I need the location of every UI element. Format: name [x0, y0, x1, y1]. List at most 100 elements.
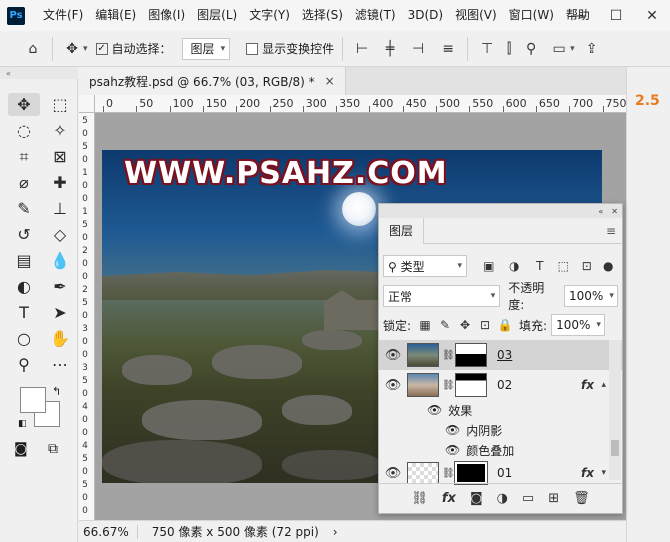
menu-type[interactable]: 文字(Y): [243, 0, 296, 31]
layer-mask-thumbnail[interactable]: [454, 461, 488, 485]
link-icon[interactable]: ⛓: [442, 380, 455, 391]
marquee-tool-icon[interactable]: ⬚: [44, 93, 76, 116]
filter-type-icon[interactable]: T: [530, 257, 549, 275]
menu-select[interactable]: 选择(S): [296, 0, 349, 31]
move-tool-icon[interactable]: ✥: [61, 38, 83, 60]
vertical-ruler[interactable]: 5 0 5 0 1 0 0 1 5 0 2 0 0 2 5 0 3 0 0 3 5 0 4 0 0 4 5 0 5 0 0: [79, 113, 95, 520]
new-group-icon[interactable]: ▭: [522, 491, 534, 506]
opacity-field[interactable]: 100% ▾: [564, 285, 618, 307]
hand-tool-icon[interactable]: ✋: [44, 327, 76, 350]
layer-effects-icon[interactable]: fx: [581, 466, 594, 480]
zoom-level[interactable]: 66.67%: [79, 524, 138, 539]
lock-transparent-icon[interactable]: ▦: [415, 316, 435, 334]
type-tool-icon[interactable]: T: [8, 301, 40, 324]
menu-image[interactable]: 图像(I): [142, 0, 191, 31]
visibility-eye-icon[interactable]: 👁: [427, 403, 442, 417]
menu-window[interactable]: 窗口(W): [503, 0, 560, 31]
zoom-tool-icon[interactable]: ⚲: [8, 353, 40, 376]
blur-tool-icon[interactable]: 💧: [44, 249, 76, 272]
history-brush-icon[interactable]: ↺: [8, 223, 40, 246]
visibility-eye-icon[interactable]: 👁: [379, 378, 407, 393]
effects-row[interactable]: 👁 效果: [379, 400, 622, 420]
layer-effects-icon[interactable]: fx: [581, 378, 594, 392]
effect-row-inner-shadow[interactable]: 👁 内阴影: [379, 420, 622, 440]
layer-mask-thumbnail[interactable]: [455, 343, 487, 367]
auto-select-dropdown[interactable]: 图层 ▾: [181, 37, 231, 60]
healing-brush-icon[interactable]: ✚: [44, 171, 76, 194]
filter-toggle-icon[interactable]: ●: [598, 257, 617, 275]
lock-image-icon[interactable]: ✎: [435, 316, 455, 334]
crop-tool-icon[interactable]: ⌗: [8, 145, 40, 168]
close-panel-icon[interactable]: ✕: [611, 207, 618, 216]
chevron-down-icon[interactable]: ▾: [601, 468, 606, 478]
search-icon[interactable]: ⚲: [520, 38, 542, 60]
blend-mode-dropdown[interactable]: 正常 ▾: [383, 285, 501, 307]
swap-colors-icon[interactable]: ↰: [52, 385, 61, 398]
status-menu-icon[interactable]: ›: [333, 525, 338, 539]
visibility-eye-icon[interactable]: 👁: [379, 348, 407, 363]
frame-tool-icon[interactable]: ⊠: [44, 145, 76, 168]
gradient-tool-icon[interactable]: ▤: [8, 249, 40, 272]
add-mask-icon[interactable]: ◙: [470, 491, 483, 506]
lock-position-icon[interactable]: ✥: [455, 316, 475, 334]
stamp-tool-icon[interactable]: ⊥: [44, 197, 76, 220]
menu-3d[interactable]: 3D(D): [402, 0, 449, 31]
minimize-icon[interactable]: —: [562, 0, 598, 31]
move-tool-icon[interactable]: ✥: [8, 93, 40, 116]
layer-name[interactable]: 02: [497, 378, 512, 392]
home-icon[interactable]: ⌂: [22, 38, 44, 60]
ellipse-tool-icon[interactable]: ○: [8, 327, 40, 350]
menu-view[interactable]: 视图(V): [449, 0, 503, 31]
filter-shape-icon[interactable]: ⬚: [554, 257, 573, 275]
tab-layers[interactable]: 图层: [379, 217, 425, 244]
add-style-icon[interactable]: fx: [442, 491, 456, 506]
toolbar-collapse[interactable]: «: [0, 67, 78, 79]
align-center-icon[interactable]: ╪: [379, 38, 401, 60]
align-left-icon[interactable]: ⊢: [351, 38, 373, 60]
filter-pixel-icon[interactable]: ▣: [479, 257, 498, 275]
eyedropper-icon[interactable]: ⌀: [8, 171, 40, 194]
document-tab[interactable]: psahz教程.psd @ 66.7% (03, RGB/8) * ×: [79, 67, 346, 95]
screen-mode-icon[interactable]: ⧉: [48, 441, 58, 457]
menu-layer[interactable]: 图层(L): [191, 0, 243, 31]
visibility-eye-icon[interactable]: 👁: [379, 466, 407, 481]
distribute-icon[interactable]: ≡: [437, 38, 459, 60]
default-colors-icon[interactable]: ◧: [18, 419, 27, 429]
align-middle-icon[interactable]: ⫿: [498, 38, 520, 60]
auto-select-checkbox[interactable]: ✓: [95, 42, 108, 55]
foreground-color-swatch[interactable]: [20, 387, 46, 413]
lasso-tool-icon[interactable]: ◌: [8, 119, 40, 142]
lock-artboard-icon[interactable]: ⊡: [475, 316, 495, 334]
dodge-tool-icon[interactable]: ◐: [8, 275, 40, 298]
menu-filter[interactable]: 滤镜(T): [349, 0, 402, 31]
align-right-icon[interactable]: ⊣: [407, 38, 429, 60]
horizontal-ruler[interactable]: 0 50 100 150 200 250 300 350 400 450 500 550 600 650 7…: [95, 95, 626, 113]
layer-name[interactable]: 03: [497, 348, 512, 362]
link-layers-icon[interactable]: ⛓: [411, 491, 428, 506]
share-icon[interactable]: ⇪: [581, 38, 603, 60]
visibility-eye-icon[interactable]: 👁: [445, 443, 460, 457]
scrollbar-thumb[interactable]: [611, 440, 619, 456]
close-tab-icon[interactable]: ×: [325, 74, 335, 88]
panel-menu-icon[interactable]: ≡: [606, 224, 616, 238]
effect-row-color-overlay[interactable]: 👁 颜色叠加: [379, 440, 622, 460]
eraser-icon[interactable]: ◇: [44, 223, 76, 246]
panel-value[interactable]: 2.5: [635, 93, 660, 109]
chevron-down-icon[interactable]: ▾: [83, 44, 88, 54]
pen-tool-icon[interactable]: ✒: [44, 275, 76, 298]
maximize-icon[interactable]: ☐: [598, 0, 634, 31]
workspace-icon[interactable]: ▭: [548, 38, 570, 60]
link-icon[interactable]: ⛓: [442, 350, 455, 361]
menu-edit[interactable]: 编辑(E): [89, 0, 142, 31]
fill-field[interactable]: 100% ▾: [551, 314, 606, 336]
show-transform-checkbox[interactable]: [246, 42, 259, 55]
new-adjustment-icon[interactable]: ◑: [497, 491, 508, 506]
filter-smart-object-icon[interactable]: ⊡: [577, 257, 596, 275]
path-selection-icon[interactable]: ➤: [44, 301, 76, 324]
lock-all-icon[interactable]: 🔒: [495, 316, 515, 334]
brush-tool-icon[interactable]: ✎: [8, 197, 40, 220]
link-icon[interactable]: ⛓: [442, 468, 455, 479]
layer-row-02[interactable]: 👁 ⛓ 02 fx ▴: [379, 370, 622, 400]
layer-mask-thumbnail[interactable]: [455, 373, 487, 397]
chevron-up-icon[interactable]: ▴: [601, 380, 606, 390]
